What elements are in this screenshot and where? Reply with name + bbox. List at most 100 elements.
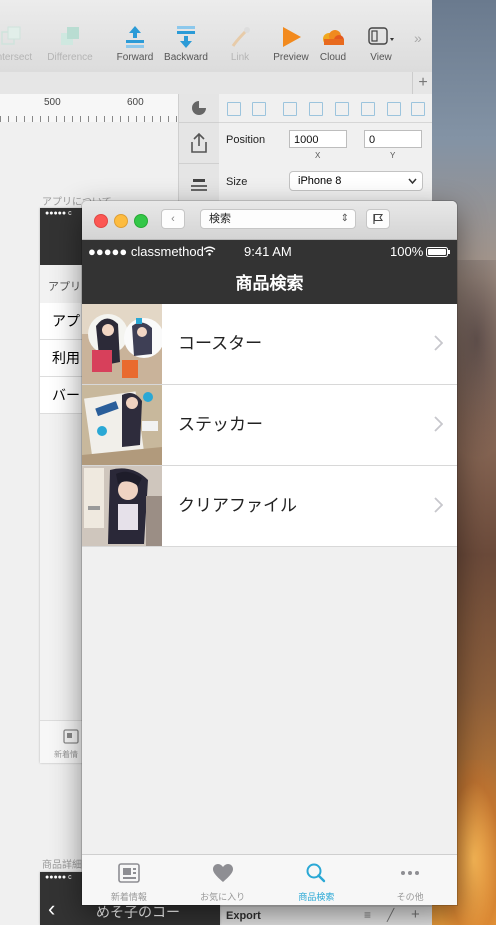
list-item[interactable]: コースター	[82, 304, 457, 385]
align-icon[interactable]	[335, 102, 349, 116]
updown-icon: ⇕	[340, 213, 349, 224]
simulator-window: ‹ 検索 ⇕ ●●●●● classmethod 9:41 AM 100% 商品…	[82, 201, 457, 905]
list-item[interactable]: クリアファイル	[82, 466, 457, 547]
cloud-icon	[323, 30, 344, 45]
chevron-right-icon	[434, 335, 443, 351]
difference-label: Difference	[47, 52, 93, 63]
ruler-header: +	[0, 72, 432, 95]
artboard-status-bar: ●●●●● c	[40, 208, 85, 220]
export-label: Export	[226, 910, 261, 922]
search-field[interactable]: 検索 ⇕	[200, 209, 356, 229]
export-bar: Export ≡ ╱ +	[219, 906, 432, 925]
pie-icon[interactable]	[179, 94, 219, 123]
size-select[interactable]: iPhone 8	[289, 171, 423, 191]
view-label: View	[370, 52, 392, 63]
ios-status-bar: ●●●●● classmethod 9:41 AM 100%	[82, 240, 457, 264]
simulator-titlebar: ‹ 検索 ⇕	[82, 201, 457, 240]
item-label: コースター	[178, 334, 263, 353]
product-thumbnail	[82, 466, 162, 546]
position-x-input[interactable]: 1000	[289, 130, 347, 148]
product-thumbnail	[82, 304, 162, 384]
close-button[interactable]	[94, 214, 108, 228]
artboard-list-item: バー	[40, 377, 85, 414]
link-icon	[231, 27, 250, 47]
align-icon[interactable]	[411, 102, 425, 116]
tab-more[interactable]: その他	[363, 855, 457, 905]
x-label: X	[315, 151, 321, 160]
chevron-right-icon	[434, 416, 443, 432]
add-page-icon[interactable]: +	[412, 72, 432, 94]
artboard-list-item: アプ	[40, 303, 85, 340]
tab-label: お気に入り	[200, 892, 246, 902]
carrier-text: ●●●●● classmethod	[88, 244, 204, 259]
slice-icon[interactable]: ╱	[387, 908, 394, 922]
tab-bar: 新着情報 お気に入り 商品検索 その他	[82, 854, 457, 905]
tab-search[interactable]: 商品検索	[270, 855, 364, 905]
artboard-navbar	[40, 220, 85, 265]
position-y-input[interactable]: 0	[364, 130, 422, 148]
wifi-icon	[203, 246, 216, 256]
chevron-right-icon	[434, 497, 443, 513]
search-field-value: 検索	[209, 213, 231, 225]
artboard-section: アプリ	[48, 281, 81, 293]
battery-icon	[426, 247, 450, 257]
difference-icon	[61, 27, 79, 45]
align-icon[interactable]	[252, 102, 266, 116]
artboard-tabbar: 新着情	[40, 720, 85, 763]
news-icon	[63, 729, 79, 744]
flag-button[interactable]	[366, 209, 390, 229]
size-select-value: iPhone 8	[298, 175, 342, 187]
size-label: Size	[226, 176, 248, 188]
tab-label: 新着情報	[110, 892, 147, 902]
chevron-left-icon: ‹	[171, 213, 175, 225]
artboard-nav-title: めそ子のコー	[96, 904, 180, 920]
share-icon[interactable]	[179, 123, 219, 164]
align-icon[interactable]	[309, 102, 323, 116]
position-label: Position	[226, 134, 266, 146]
item-label: クリアファイル	[178, 496, 297, 515]
sketch-toolbar: Intersect Difference Forward Backward Li…	[0, 0, 432, 73]
difference-button[interactable]: Difference	[35, 24, 105, 63]
list-item[interactable]: ステッカー	[82, 385, 457, 466]
align-icon[interactable]	[387, 102, 401, 116]
overflow-chevron-icon[interactable]: »	[414, 30, 422, 46]
forward-icon	[126, 26, 144, 48]
back-chevron-icon: ‹	[48, 896, 56, 921]
tab-label: 商品検索	[298, 892, 335, 902]
flag-icon	[373, 213, 384, 224]
align-icon[interactable]	[227, 102, 241, 116]
ruler-mark-500: 500	[44, 97, 61, 108]
clock-text: 9:41 AM	[244, 244, 292, 259]
product-thumbnail	[82, 385, 162, 465]
ruler-mark-600: 600	[127, 97, 144, 108]
layer-icon[interactable]	[179, 164, 219, 205]
artboard-tab-label: 新着情	[54, 750, 78, 759]
view-icon	[368, 27, 394, 45]
align-icon[interactable]	[283, 102, 297, 116]
alignment-bar	[219, 94, 432, 123]
battery-text: 100%	[390, 244, 424, 259]
artboard-about[interactable]: ●●●●● c アプリ アプ 利用 バー 新着情	[40, 208, 85, 763]
news-icon	[118, 863, 140, 883]
tab-favorites[interactable]: お気に入り	[176, 855, 270, 905]
nav-title: 商品検索	[82, 264, 457, 304]
intersect-icon	[1, 26, 21, 45]
minimize-button[interactable]	[114, 214, 128, 228]
back-button[interactable]: ‹	[161, 209, 185, 229]
heart-icon	[212, 864, 233, 882]
align-icon[interactable]	[361, 102, 375, 116]
artboard-list-item: 利用	[40, 340, 85, 377]
artboard-title[interactable]: 商品詳細	[42, 856, 82, 871]
chevron-down-icon	[408, 178, 417, 185]
zoom-button[interactable]	[134, 214, 148, 228]
backward-icon	[177, 26, 195, 48]
tab-news[interactable]: 新着情報	[82, 855, 176, 905]
more-icon	[401, 871, 420, 875]
horizontal-ruler: 500 600	[0, 94, 178, 123]
view-button[interactable]: View	[346, 24, 416, 63]
item-label: ステッカー	[178, 415, 263, 434]
add-export-icon[interactable]: +	[411, 906, 420, 923]
tab-label: その他	[396, 892, 424, 902]
settings-icon[interactable]: ≡	[364, 908, 371, 922]
y-label: Y	[390, 151, 396, 160]
